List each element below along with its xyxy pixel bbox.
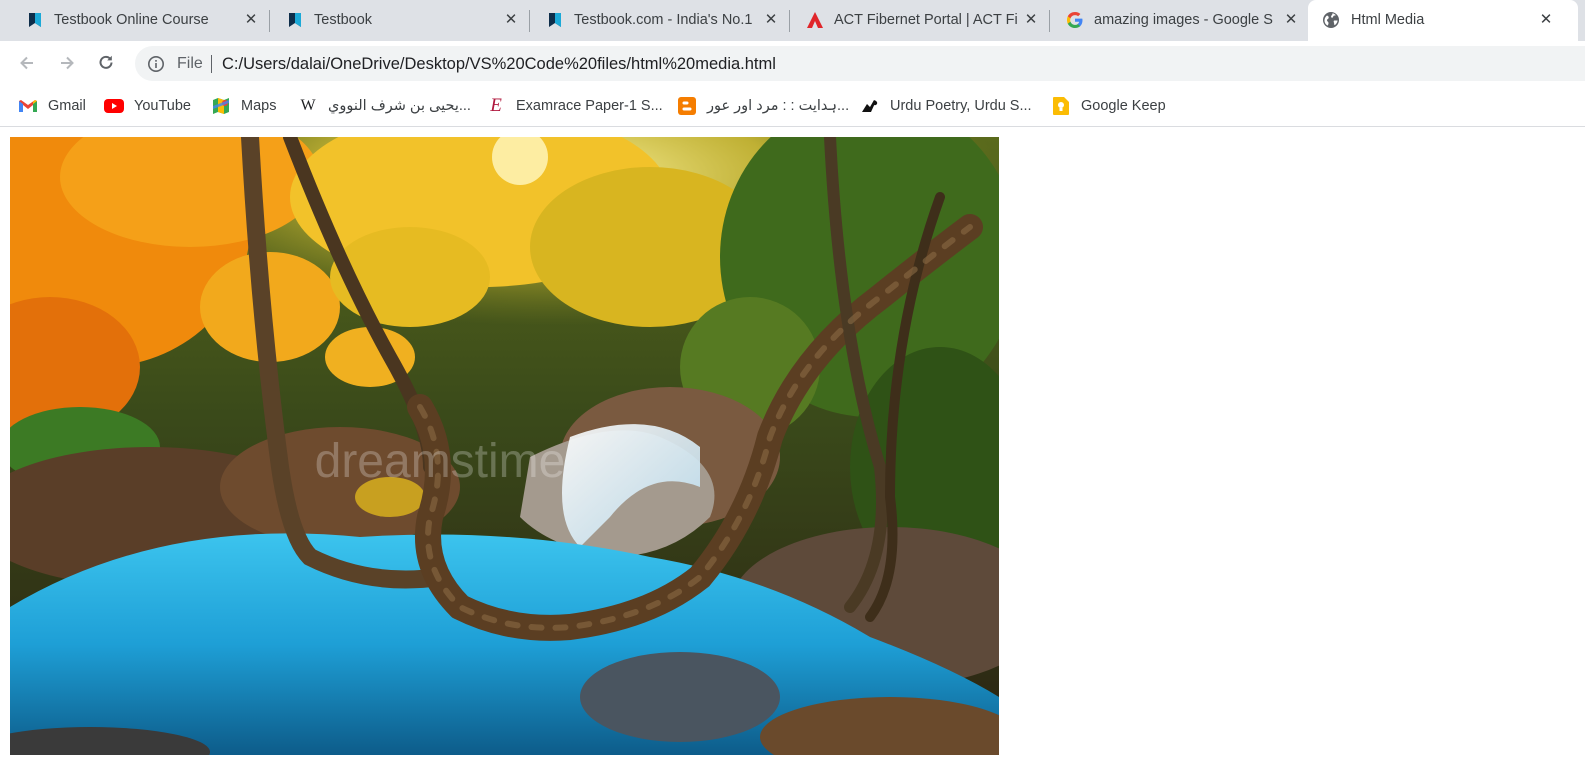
watermark-text: dreamstime bbox=[315, 435, 566, 488]
page-content: dreamstime bbox=[0, 127, 1585, 783]
bookmark-google-keep[interactable]: Google Keep bbox=[1051, 95, 1166, 117]
back-button[interactable] bbox=[14, 50, 40, 76]
tab-amazing-images[interactable]: amazing images - Google S ✕ bbox=[1040, 0, 1310, 41]
bookmark-examrace[interactable]: E Examrace Paper-1 S... bbox=[486, 95, 663, 117]
tab-act-fibernet[interactable]: ACT Fibernet Portal | ACT Fi ✕ bbox=[780, 0, 1050, 41]
reload-icon bbox=[99, 55, 113, 69]
bookmark-label: Urdu Poetry, Urdu S... bbox=[890, 98, 1032, 114]
bookmark-label: Examrace Paper-1 S... bbox=[516, 98, 663, 114]
tab-title: amazing images - Google S bbox=[1094, 12, 1273, 28]
tab-testbook-com[interactable]: Testbook.com - India's No.1 ✕ bbox=[520, 0, 790, 41]
bookmark-label: Maps bbox=[241, 98, 277, 114]
tab-title: Testbook bbox=[314, 12, 373, 28]
testbook-icon bbox=[29, 13, 41, 27]
tab-testbook-online-course[interactable]: Testbook Online Course ✕ bbox=[0, 0, 270, 41]
testbook-icon bbox=[549, 13, 561, 27]
maps-icon bbox=[211, 96, 231, 116]
close-tab-icon[interactable]: ✕ bbox=[1538, 12, 1554, 28]
arrow-left-icon bbox=[20, 56, 33, 70]
tab-html-media[interactable]: Html Media ✕ bbox=[1308, 0, 1578, 41]
examrace-icon: E bbox=[490, 95, 502, 116]
tab-title: Testbook.com - India's No.1 bbox=[574, 12, 753, 28]
forward-button[interactable] bbox=[54, 50, 80, 76]
bookmark-label: يحيى بن شرف النووي... bbox=[328, 98, 471, 114]
tab-testbook[interactable]: Testbook ✕ bbox=[260, 0, 530, 41]
tab-title: Testbook Online Course bbox=[54, 12, 209, 28]
reload-button[interactable] bbox=[93, 50, 119, 76]
foreground-rock bbox=[580, 652, 780, 742]
omnibox-divider bbox=[211, 55, 212, 73]
google-icon bbox=[1067, 12, 1083, 28]
gmail-icon bbox=[18, 96, 38, 116]
close-tab-icon[interactable]: ✕ bbox=[763, 12, 779, 28]
bookmark-youtube[interactable]: YouTube bbox=[104, 95, 191, 117]
arrow-right-icon bbox=[61, 56, 74, 70]
bookmark-label: Gmail bbox=[48, 98, 86, 114]
google-keep-icon bbox=[1051, 96, 1071, 116]
rekhta-icon bbox=[860, 96, 880, 116]
bookmark-maps[interactable]: Maps bbox=[211, 95, 276, 117]
wikipedia-icon: W bbox=[300, 97, 316, 114]
bookmark-label: Google Keep bbox=[1081, 98, 1166, 114]
address-bar[interactable]: File C:/Users/dalai/OneDrive/Desktop/VS%… bbox=[135, 46, 1585, 81]
browser-toolbar: File C:/Users/dalai/OneDrive/Desktop/VS%… bbox=[0, 41, 1585, 86]
testbook-icon bbox=[289, 13, 301, 27]
bookmark-label: ہدایت : : مرد اور عور... bbox=[707, 98, 850, 114]
blogger-icon bbox=[677, 96, 697, 116]
bookmark-gmail[interactable]: Gmail bbox=[18, 95, 86, 117]
close-tab-icon[interactable]: ✕ bbox=[503, 12, 519, 28]
bookmark-blogger[interactable]: ہدایت : : مرد اور عور... bbox=[677, 95, 849, 117]
bookmark-wikipedia[interactable]: W يحيى بن شرف النووي... bbox=[298, 95, 471, 117]
tab-title: ACT Fibernet Portal | ACT Fi bbox=[834, 12, 1018, 28]
close-tab-icon[interactable]: ✕ bbox=[1283, 12, 1299, 28]
info-icon[interactable] bbox=[147, 55, 165, 73]
waterfall-illustration: dreamstime bbox=[10, 137, 999, 755]
waterfall-photo: dreamstime bbox=[10, 137, 999, 755]
bookmarks-bar: Gmail YouTube Maps W يحيى بن شرف النووي.… bbox=[0, 86, 1585, 127]
youtube-icon bbox=[104, 96, 124, 116]
act-fibernet-icon bbox=[807, 12, 823, 28]
tab-title: Html Media bbox=[1351, 12, 1425, 28]
bookmark-urdu-poetry[interactable]: Urdu Poetry, Urdu S... bbox=[860, 95, 1032, 117]
tab-strip: Testbook Online Course ✕ Testbook ✕ Test… bbox=[0, 0, 1585, 41]
globe-icon bbox=[1323, 12, 1339, 28]
url-text[interactable]: C:/Users/dalai/OneDrive/Desktop/VS%20Cod… bbox=[222, 54, 776, 74]
scheme-label: File bbox=[177, 55, 203, 72]
close-tab-icon[interactable]: ✕ bbox=[1023, 12, 1039, 28]
bookmark-label: YouTube bbox=[134, 98, 191, 114]
close-tab-icon[interactable]: ✕ bbox=[243, 12, 259, 28]
